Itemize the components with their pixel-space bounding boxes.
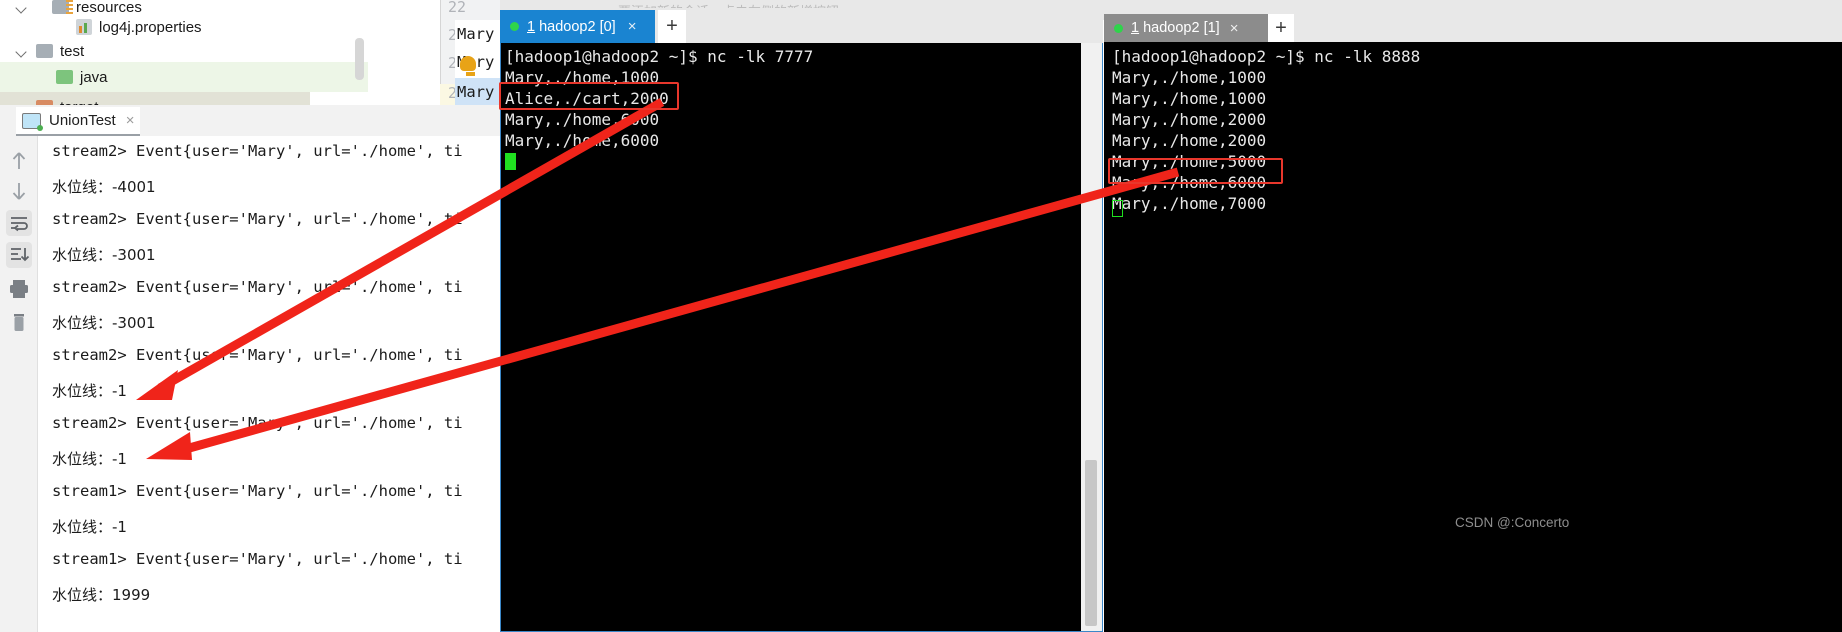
soft-wrap-icon [11, 217, 28, 232]
close-icon[interactable]: × [628, 18, 637, 35]
scroll-to-end-icon [11, 248, 30, 262]
terminal-line: Mary,./home,2000 [1112, 131, 1267, 150]
console-line: 水位线：-1 [52, 382, 127, 400]
tree-item-java[interactable]: java [0, 62, 368, 92]
terminal-cursor [1112, 200, 1123, 217]
folder-source-icon [56, 70, 73, 84]
scroll-to-end-button[interactable] [6, 242, 32, 268]
console-line: 水位线：-1 [52, 518, 127, 536]
tree-item-label: test [60, 42, 85, 60]
tree-item-label: java [80, 68, 108, 86]
terminal-tab-label: 1 hadoop2 [0] [527, 19, 616, 35]
console-line: 水位线：-3001 [52, 246, 156, 264]
line-number: 22 [448, 0, 467, 16]
terminal-left-output[interactable]: [hadoop1@hadoop2 ~]$ nc -lk 7777 Mary,./… [501, 43, 1081, 631]
console-line: stream1> Event{user='Mary', url='./home'… [52, 482, 463, 500]
console-toolbar [0, 136, 38, 632]
chevron-down-icon[interactable] [14, 43, 30, 59]
console-line: stream2> Event{user='Mary', url='./home'… [52, 142, 463, 160]
console-output[interactable]: stream2> Event{user='Mary', url='./home'… [38, 136, 500, 632]
terminal-line: Mary,./home,7000 [1112, 194, 1267, 213]
print-button[interactable] [6, 276, 32, 302]
arrow-down-icon [12, 183, 26, 200]
terminal-line: [hadoop1@hadoop2 ~]$ nc -lk 7777 [505, 47, 814, 66]
new-terminal-tab-button[interactable]: + [1268, 14, 1294, 42]
terminal-line: [hadoop1@hadoop2 ~]$ nc -lk 8888 [1112, 47, 1421, 66]
tab-label: UnionTest [49, 112, 116, 129]
terminal-right-output[interactable]: [hadoop1@hadoop2 ~]$ nc -lk 8888 Mary,./… [1104, 42, 1842, 632]
tree-item-label: log4j.properties [99, 18, 202, 36]
terminal-tab-name: hadoop2 [0] [535, 18, 616, 35]
close-icon[interactable]: × [126, 112, 135, 129]
terminal-line: Mary,./home,1000 [1112, 89, 1267, 108]
terminal-line: Mary,./home,6000 [505, 131, 660, 150]
highlight-box-mary-6000-line [1108, 158, 1283, 184]
project-tree-scrollbar[interactable] [355, 38, 364, 80]
arrow-up-icon [12, 152, 26, 169]
tab-uniontest[interactable]: UnionTest × [16, 107, 141, 136]
intention-bulb-icon[interactable] [460, 56, 480, 76]
project-tree[interactable]: resources log4j.properties test java tar… [0, 0, 368, 122]
console-line: 水位线：-1 [52, 450, 127, 468]
terminal-left-scrollbar-thumb[interactable] [1085, 460, 1097, 626]
highlight-box-alice-line [499, 82, 679, 110]
console-line: stream2> Event{user='Mary', url='./home'… [52, 278, 463, 296]
trash-icon [14, 314, 24, 331]
terminal-line: Mary,./home,2000 [1112, 110, 1267, 129]
properties-file-icon [76, 19, 92, 35]
terminal-line: Mary,./home,6000 [505, 110, 660, 129]
session-active-dot-icon [510, 22, 519, 31]
terminal-tab-label: 1 hadoop2 [1] [1131, 20, 1220, 36]
editor-line-text-selected: Mary [455, 78, 502, 106]
folder-icon [36, 44, 53, 58]
printer-icon [10, 280, 28, 298]
close-icon[interactable]: × [1230, 20, 1239, 37]
console-line: 水位线：-3001 [52, 314, 156, 332]
new-terminal-tab-button[interactable]: + [658, 10, 686, 43]
terminal-tab-index: 1 [527, 18, 536, 35]
console-line: 水位线：1999 [52, 586, 151, 604]
terminal-line: Mary,./home,1000 [1112, 68, 1267, 87]
console-line: stream2> Event{user='Mary', url='./home'… [52, 346, 463, 364]
console-line: stream2> Event{user='Mary', url='./home'… [52, 414, 463, 432]
editor-line-text: Mary [457, 25, 495, 43]
session-active-dot-icon [1114, 23, 1123, 33]
console-line: 水位线：-4001 [52, 178, 156, 196]
scroll-down-button[interactable] [6, 178, 32, 204]
soft-wrap-button[interactable] [6, 210, 32, 236]
terminal-tab-hadoop2-1[interactable]: 1 hadoop2 [1] × [1104, 14, 1268, 42]
scroll-up-button[interactable] [6, 148, 32, 174]
console-line: stream1> Event{user='Mary', url='./home'… [52, 550, 463, 568]
terminal-cursor [505, 153, 516, 170]
terminal-tab-index: 1 [1131, 20, 1140, 36]
console-line: stream2> Event{user='Mary', url='./home'… [52, 210, 463, 228]
terminal-tab-name: hadoop2 [1] [1139, 20, 1220, 36]
clear-all-button[interactable] [6, 310, 32, 336]
run-configuration-icon [22, 112, 43, 131]
watermark-text: CSDN @:Concerto [1455, 515, 1570, 530]
terminal-tab-hadoop2-0[interactable]: 1 hadoop2 [0] × [500, 10, 655, 43]
